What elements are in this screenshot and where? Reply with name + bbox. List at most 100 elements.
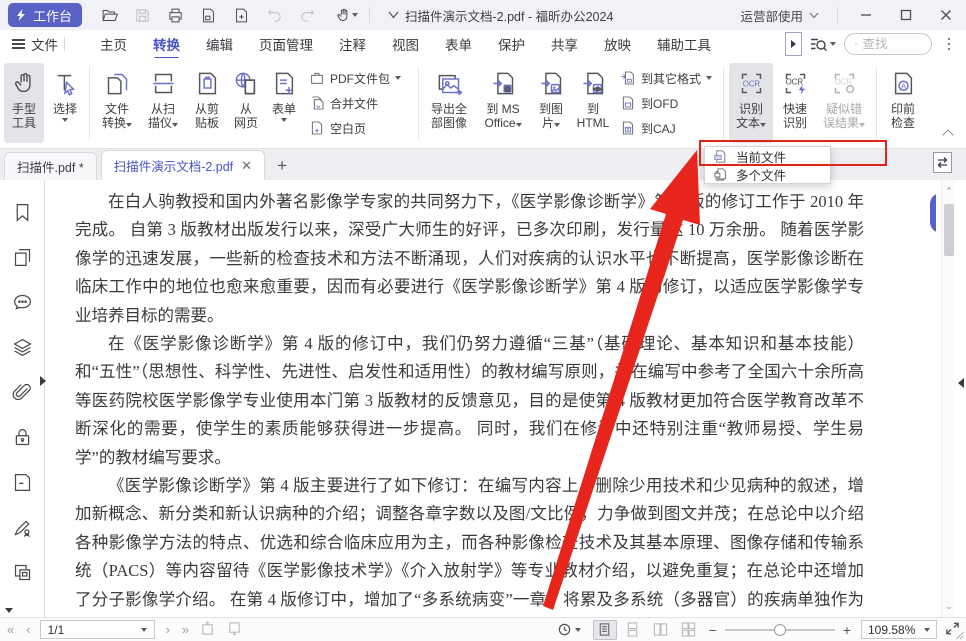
save-icon[interactable] — [133, 6, 152, 25]
menu-tab-protect[interactable]: 保护 — [485, 30, 538, 58]
hand-icon — [9, 67, 39, 99]
export-all-images-button[interactable]: 导出全 部图像 — [424, 63, 474, 143]
previous-view-button[interactable] — [200, 621, 215, 639]
print-icon[interactable] — [166, 6, 185, 25]
menu-file[interactable]: 文件 — [12, 34, 58, 54]
signature-panel-icon[interactable] — [12, 517, 33, 538]
pdf-page-view[interactable]: 在白人驹教授和国内外著名影像学专家的共同努力下，《医学影像诊断学》第 3 版的修… — [46, 180, 936, 617]
menu-tab-view[interactable]: 视图 — [379, 30, 432, 58]
ribbon-collapse-button[interactable] — [944, 130, 952, 142]
attachments-panel-icon[interactable] — [12, 382, 33, 403]
open-file-icon[interactable] — [100, 6, 119, 25]
slider-thumb[interactable] — [774, 624, 786, 636]
next-view-button[interactable] — [227, 621, 242, 639]
menu-tab-home[interactable]: 主页 — [87, 30, 140, 58]
scroll-down-arrow[interactable]: ⌄ — [944, 601, 954, 611]
assistant-lightbulb-button[interactable]: 1 — [930, 193, 936, 233]
hand-tool-dropdown-icon[interactable] — [331, 6, 361, 25]
svg-text:</>: </> — [593, 86, 601, 92]
right-panel-collapse-button[interactable] — [958, 378, 964, 388]
zoom-out-button[interactable]: − — [703, 622, 723, 638]
ocr-dropdown-menu: OCR 当前文件 多个文件 — [704, 146, 831, 184]
sidebar-more-icon[interactable] — [5, 608, 13, 613]
to-caj-button[interactable]: 到CAJ — [616, 117, 718, 139]
doc-tab-2-active[interactable]: 扫描件演示文档-2.pdf ✕ — [101, 150, 265, 180]
page-number-selector[interactable]: 1/1 — [40, 620, 155, 639]
new-tab-button[interactable]: + — [277, 156, 287, 176]
menu-tab-page-manage[interactable]: 页面管理 — [246, 30, 326, 58]
preflight-button[interactable]: A 印前 检查 — [882, 63, 924, 143]
first-page-button[interactable]: « — [0, 622, 19, 637]
form-button[interactable]: 表单 — [265, 63, 303, 143]
minimize-button[interactable] — [846, 0, 886, 30]
menu-item-multiple-files[interactable]: 多个文件 — [705, 165, 830, 183]
tab-close-icon[interactable]: ✕ — [241, 158, 252, 174]
search-input[interactable] — [863, 37, 921, 51]
facing-view-button[interactable] — [649, 620, 673, 640]
pdf-package-button[interactable]: PDF文件包 — [305, 67, 413, 89]
ribbon-expand-button[interactable] — [785, 32, 802, 56]
single-page-view-button[interactable] — [593, 620, 617, 640]
to-ofd-button[interactable]: 到OFD — [616, 92, 718, 114]
continuous-view-button[interactable] — [621, 620, 645, 640]
quick-ocr-button[interactable]: OCR 快速 识别 — [775, 63, 815, 143]
window-resize-grip[interactable] — [955, 630, 965, 640]
facing-continuous-view-button[interactable] — [677, 620, 701, 640]
menu-tab-convert[interactable]: 转换 — [140, 30, 193, 58]
zoom-slider[interactable] — [725, 623, 835, 637]
blank-page-button[interactable]: 空白页 — [305, 117, 413, 139]
menu-tab-edit[interactable]: 编辑 — [193, 30, 246, 58]
rotate-view-button[interactable] — [557, 622, 581, 637]
from-web-button[interactable]: 从 网页 — [229, 63, 263, 143]
maximize-button[interactable] — [886, 0, 926, 30]
svg-text:OCR: OCR — [714, 155, 722, 159]
workspace-button[interactable]: 工作台 — [8, 3, 82, 27]
divider — [64, 37, 65, 51]
previous-page-button[interactable]: ‹ — [19, 622, 35, 637]
undo-icon[interactable] — [265, 6, 284, 25]
redo-icon[interactable] — [298, 6, 317, 25]
menu-tab-form[interactable]: 表单 — [432, 30, 485, 58]
bookmarks-panel-icon[interactable] — [12, 202, 33, 223]
arrange-tabs-button[interactable] — [933, 152, 952, 173]
new-document-icon[interactable] — [232, 6, 251, 25]
zoom-in-button[interactable]: + — [837, 622, 857, 638]
page-thumbnails-icon[interactable] — [12, 247, 33, 268]
snapshot-icon[interactable] — [199, 6, 218, 25]
more-options-icon[interactable] — [940, 38, 959, 51]
menu-item-current-file-label: 当前文件 — [736, 147, 786, 166]
to-ms-office-button[interactable]: O 到 MS Office — [476, 63, 530, 143]
select-button[interactable]: 选择 — [46, 63, 84, 143]
close-button[interactable] — [926, 0, 966, 30]
scroll-up-arrow[interactable]: ⌃ — [944, 186, 954, 196]
menu-tab-accessibility[interactable]: 辅助工具 — [644, 30, 724, 58]
to-ms-office-label: 到 MS Office — [484, 102, 521, 130]
to-other-formats-button[interactable]: 到其它格式 — [616, 67, 718, 89]
menu-tab-present[interactable]: 放映 — [591, 30, 644, 58]
menu-item-current-file[interactable]: OCR 当前文件 — [705, 147, 830, 165]
to-html-button[interactable]: </> 到 HTML — [572, 63, 614, 143]
to-image-button[interactable]: 到图 片 — [532, 63, 570, 143]
from-scanner-button[interactable]: 从扫 描仪 — [141, 63, 185, 143]
zoom-level-selector[interactable]: 109.58% — [861, 620, 937, 639]
related-files-panel-icon[interactable] — [12, 562, 33, 583]
vertical-scrollbar[interactable]: ⌃ ⌄ — [941, 180, 955, 617]
search-options-button[interactable] — [810, 37, 836, 52]
last-page-button[interactable]: » — [175, 622, 194, 637]
layers-panel-icon[interactable] — [12, 337, 33, 358]
search-box[interactable] — [844, 33, 932, 55]
comments-panel-icon[interactable] — [12, 292, 33, 313]
scrollbar-thumb[interactable] — [944, 204, 954, 256]
hand-tool-button[interactable]: 手型 工具 — [4, 63, 44, 143]
menu-tab-share[interactable]: 共享 — [538, 30, 591, 58]
from-clipboard-button[interactable]: 从剪 贴板 — [187, 63, 227, 143]
ocr-text-button[interactable]: OCR 识别 文本 — [729, 63, 773, 143]
account-menu[interactable]: 运营部使用 — [740, 6, 819, 25]
security-panel-icon[interactable] — [12, 427, 33, 448]
file-convert-button[interactable]: 文件 转换 — [95, 63, 139, 143]
menu-tab-comment[interactable]: 注释 — [326, 30, 379, 58]
merge-files-button[interactable]: 合并文件 — [305, 92, 413, 114]
doc-tab-1[interactable]: 扫描件.pdf * — [4, 152, 97, 180]
next-page-button[interactable]: › — [159, 622, 175, 637]
destinations-panel-icon[interactable] — [12, 472, 33, 493]
